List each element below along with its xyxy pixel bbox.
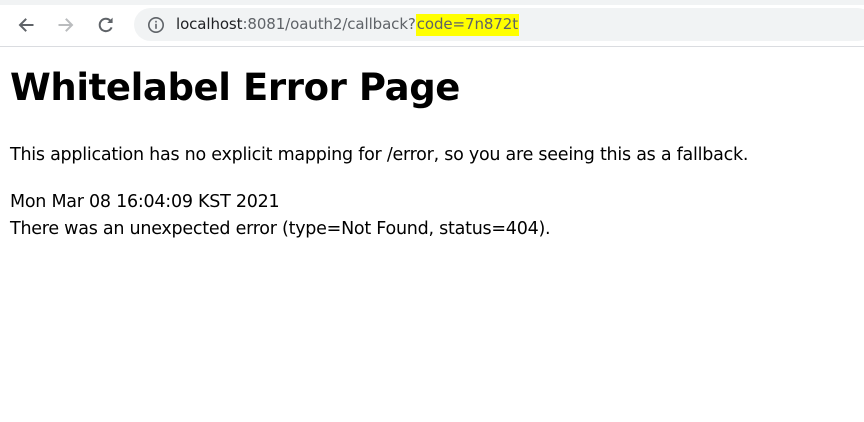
url-query-highlighted: code=7n872t xyxy=(415,14,519,36)
arrow-right-icon xyxy=(58,18,74,32)
info-icon[interactable] xyxy=(147,16,165,34)
reload-icon xyxy=(98,17,113,33)
error-timestamp: Mon Mar 08 16:04:09 KST 2021 xyxy=(10,192,280,212)
reload-button[interactable] xyxy=(92,11,120,39)
url-text[interactable]: localhost:8081/oauth2/callback?code=7n87… xyxy=(176,14,519,36)
browser-toolbar: localhost:8081/oauth2/callback?code=7n87… xyxy=(0,0,864,47)
forward-button[interactable] xyxy=(52,11,80,39)
error-detail: There was an unexpected error (type=Not … xyxy=(10,219,551,239)
url-port-path: :8081/oauth2/callback? xyxy=(242,15,416,33)
address-bar[interactable]: localhost:8081/oauth2/callback?code=7n87… xyxy=(134,8,864,41)
back-button[interactable] xyxy=(12,11,40,39)
fallback-message: This application has no explicit mapping… xyxy=(10,145,749,165)
url-host: localhost xyxy=(176,15,243,33)
arrow-left-icon xyxy=(18,18,34,32)
page-title: Whitelabel Error Page xyxy=(10,66,460,109)
toolbar-top-strip xyxy=(0,0,864,5)
